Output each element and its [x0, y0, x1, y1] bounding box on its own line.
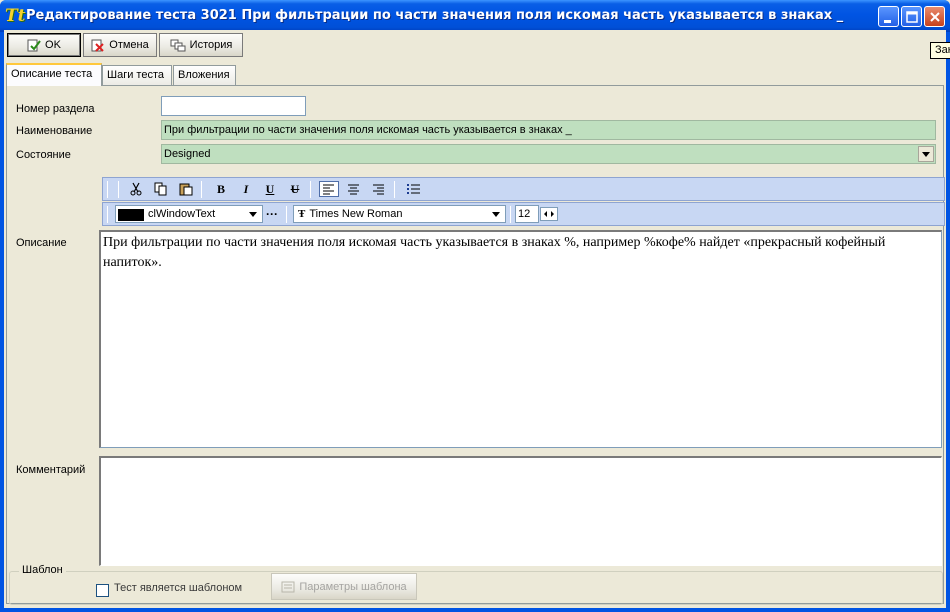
spin-arrows-icon — [544, 211, 554, 217]
underline-button[interactable]: U — [260, 181, 280, 197]
state-value: Designed — [164, 148, 211, 160]
check-document-icon — [27, 39, 41, 51]
state-dropdown-button[interactable] — [918, 146, 934, 162]
copy-icon[interactable] — [151, 181, 171, 197]
font-size-spinner[interactable] — [540, 207, 558, 221]
tab-description[interactable]: Описание теста — [6, 63, 102, 86]
section-number-input[interactable] — [161, 96, 306, 116]
chevron-down-icon — [492, 212, 500, 217]
color-combo[interactable]: clWindowText — [115, 205, 263, 223]
client-area: OK Отмена История Зак Описание теста Шаг… — [4, 30, 950, 608]
toolbar-separator — [310, 181, 311, 198]
comment-label: Комментарий — [16, 464, 86, 476]
toolbar-separator — [394, 181, 395, 198]
font-name-value: Times New Roman — [309, 208, 403, 220]
section-number-label: Номер раздела — [16, 103, 95, 115]
bold-button[interactable]: B — [211, 181, 231, 197]
close-icon — [930, 12, 940, 22]
chevron-down-icon — [249, 212, 257, 217]
close-button[interactable] — [924, 6, 945, 27]
italic-button[interactable]: I — [236, 181, 256, 197]
app-icon: Tt — [5, 6, 26, 26]
template-params-icon — [281, 581, 295, 592]
history-label: История — [189, 39, 233, 51]
template-params-label: Параметры шаблона — [299, 580, 407, 593]
align-right-icon[interactable] — [369, 181, 389, 197]
chevron-down-icon — [922, 151, 930, 157]
template-params-button[interactable]: Параметры шаблона — [271, 573, 417, 600]
tab-attachments[interactable]: Вложения — [173, 65, 236, 85]
minimize-icon — [884, 20, 891, 23]
strikethrough-button[interactable]: U — [285, 181, 305, 197]
ok-label: OK — [45, 39, 61, 51]
template-checkbox[interactable] — [96, 584, 109, 597]
toolbar-separator — [107, 181, 108, 198]
title-bar[interactable]: Tt Редактирование теста 3021 При фильтра… — [0, 0, 950, 32]
tooltip: Зак — [930, 42, 950, 59]
application-window: Tt Редактирование теста 3021 При фильтра… — [0, 0, 950, 612]
state-label: Состояние — [16, 149, 71, 161]
name-input[interactable]: При фильтрации по части значения поля ис… — [161, 120, 936, 140]
bullet-list-icon[interactable] — [403, 181, 423, 197]
template-checkbox-label: Тест является шаблоном — [114, 582, 243, 594]
color-swatch — [118, 208, 144, 221]
font-size-input[interactable]: 12 — [515, 205, 539, 223]
color-name: clWindowText — [148, 208, 216, 220]
align-center-icon[interactable] — [344, 181, 364, 197]
font-toolbar: clWindowText ··· Ŧ Times New Roman 12 — [102, 202, 945, 226]
font-name-combo[interactable]: Ŧ Times New Roman — [293, 205, 506, 223]
cut-icon[interactable] — [126, 181, 146, 197]
toolbar-separator — [201, 181, 202, 198]
maximize-icon — [906, 11, 918, 23]
format-toolbar: B I U U — [102, 177, 945, 201]
history-button[interactable]: История — [159, 33, 243, 57]
window-title: Редактирование теста 3021 При фильтрации… — [26, 8, 844, 23]
minimize-button[interactable] — [878, 6, 899, 27]
toolbar-separator — [107, 206, 108, 223]
history-icon — [170, 39, 186, 51]
cancel-document-icon — [91, 39, 104, 52]
align-left-icon[interactable] — [319, 181, 339, 197]
description-label: Описание — [16, 237, 67, 249]
cancel-button[interactable]: Отмена — [83, 33, 157, 57]
template-group-title: Шаблон — [19, 564, 66, 576]
ok-button[interactable]: OK — [7, 33, 81, 57]
toolbar-separator — [118, 181, 119, 198]
more-colors-button[interactable]: ··· — [264, 206, 280, 222]
toolbar-separator — [510, 206, 511, 223]
toolbar-separator — [286, 206, 287, 223]
maximize-button[interactable] — [901, 6, 922, 27]
tab-steps[interactable]: Шаги теста — [102, 65, 172, 85]
comment-textarea[interactable] — [99, 456, 942, 566]
name-label: Наименование — [16, 125, 93, 137]
paste-icon[interactable] — [176, 181, 196, 197]
description-editor[interactable]: При фильтрации по части значения поля ис… — [99, 230, 942, 448]
font-icon: Ŧ — [298, 208, 306, 220]
cancel-label: Отмена — [109, 39, 149, 51]
state-select[interactable]: Designed — [161, 144, 936, 164]
